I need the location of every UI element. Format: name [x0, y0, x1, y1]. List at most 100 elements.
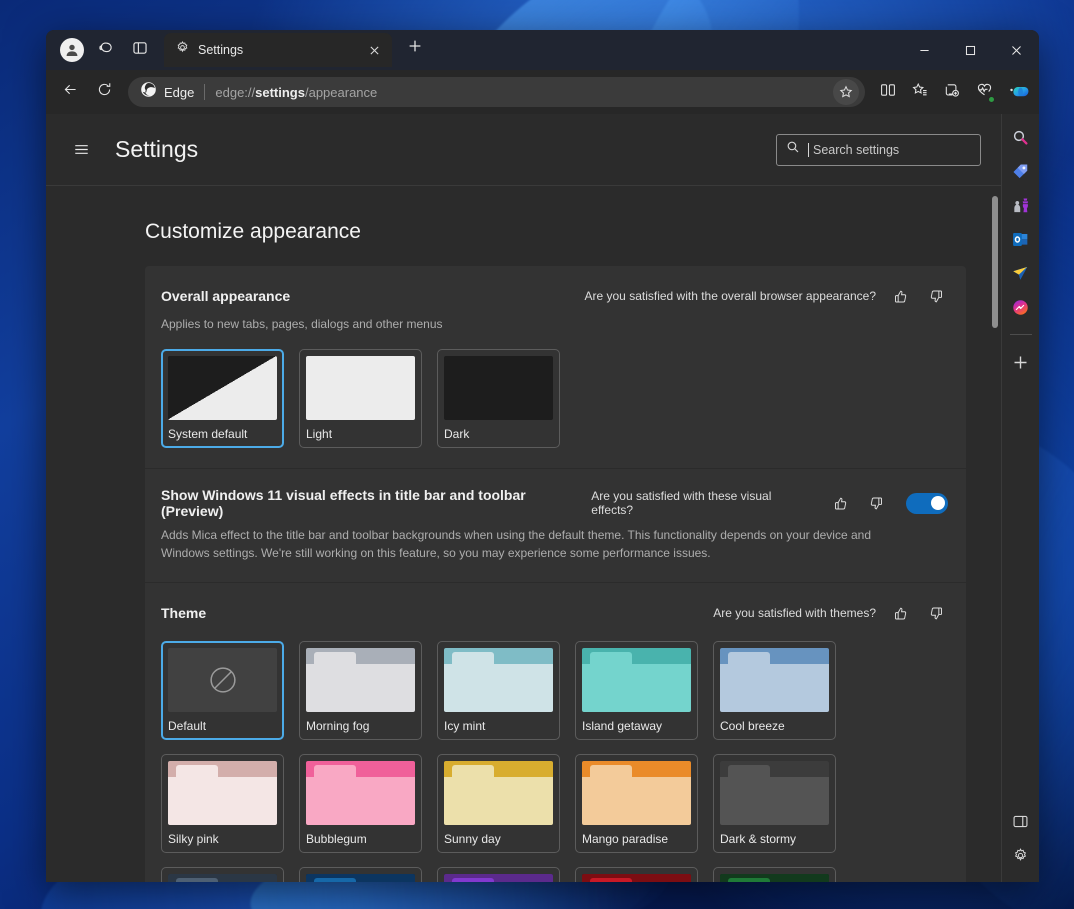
theme-row — [161, 867, 948, 882]
sidebar-item-drop[interactable] — [1006, 258, 1036, 288]
theme-preview — [720, 648, 829, 712]
theme-tab-swatch — [590, 765, 632, 777]
theme-option-label: Sunny day — [444, 832, 553, 846]
appearance-option[interactable]: Light — [299, 349, 422, 448]
sidebar-item-messenger[interactable] — [1006, 292, 1036, 322]
hamburger-menu-icon[interactable] — [64, 133, 98, 167]
close-window-button[interactable] — [993, 30, 1039, 70]
theme-color-preview — [306, 761, 415, 825]
sidebar-toggle-icon[interactable] — [1006, 806, 1036, 836]
theme-preview — [582, 648, 691, 712]
browser-tab[interactable]: Settings — [164, 33, 392, 67]
search-input[interactable] — [808, 143, 974, 157]
sidebar-item-games[interactable] — [1006, 190, 1036, 220]
theme-body-swatch — [444, 664, 553, 712]
omnibox-divider — [204, 84, 205, 100]
thumbs-up-icon[interactable] — [888, 601, 912, 625]
sidebar-item-outlook[interactable] — [1006, 224, 1036, 254]
maximize-button[interactable] — [947, 30, 993, 70]
theme-option[interactable]: Silky pink — [161, 754, 284, 853]
theme-option[interactable] — [713, 867, 836, 882]
theme-option[interactable] — [437, 867, 560, 882]
visual-effects-toggle[interactable] — [906, 493, 948, 514]
theme-tab-swatch — [590, 878, 632, 882]
edge-sidebar — [1001, 114, 1039, 882]
theme-color-preview — [720, 761, 829, 825]
theme-option-label: Morning fog — [306, 719, 415, 733]
theme-option[interactable] — [575, 867, 698, 882]
theme-default-preview — [168, 648, 277, 712]
window-controls — [901, 30, 1039, 70]
theme-option[interactable]: Dark & stormy — [713, 754, 836, 853]
scrollbar-thumb[interactable] — [992, 196, 998, 328]
search-settings-box[interactable] — [776, 134, 981, 166]
theme-color-preview — [306, 648, 415, 712]
workspaces-icon — [98, 39, 115, 61]
theme-body-swatch — [582, 664, 691, 712]
tab-actions-button[interactable] — [124, 34, 156, 66]
account-avatar-icon — [60, 38, 84, 62]
toggle-knob — [931, 496, 945, 510]
theme-option[interactable] — [161, 867, 284, 882]
sidebar-item-shopping[interactable] — [1006, 156, 1036, 186]
thumbs-up-icon[interactable] — [888, 284, 912, 308]
favorites-button[interactable] — [905, 77, 935, 107]
feedback-question: Are you satisfied with these visual effe… — [591, 489, 816, 517]
theme-tab-swatch — [314, 878, 356, 882]
theme-option[interactable]: Island getaway — [575, 641, 698, 740]
new-tab-button[interactable] — [400, 34, 430, 64]
section-heading: Customize appearance — [145, 220, 1001, 244]
sidebar-settings-gear-icon[interactable] — [1006, 840, 1036, 870]
edge-logo-icon — [140, 81, 157, 103]
theme-option[interactable]: Default — [161, 641, 284, 740]
appearance-option[interactable]: System default — [161, 349, 284, 448]
appearance-preview — [306, 356, 415, 420]
sidebar-item-search[interactable] — [1006, 122, 1036, 152]
title-bar: Settings — [46, 30, 1039, 70]
refresh-button[interactable] — [88, 76, 120, 108]
thumbs-down-icon[interactable] — [864, 491, 888, 515]
visual-effects-title: Show Windows 11 visual effects in title … — [161, 487, 591, 519]
star-icon[interactable] — [833, 79, 859, 105]
thumbs-down-icon[interactable] — [924, 284, 948, 308]
theme-option[interactable]: Bubblegum — [299, 754, 422, 853]
theme-option-label: Bubblegum — [306, 832, 415, 846]
theme-option-label: Icy mint — [444, 719, 553, 733]
overall-appearance-card: Overall appearance Are you satisfied wit… — [145, 266, 966, 468]
theme-title: Theme — [161, 605, 206, 621]
appearance-option-label: Dark — [444, 427, 553, 441]
profile-button[interactable] — [56, 34, 88, 66]
back-button[interactable] — [54, 76, 86, 108]
theme-option[interactable]: Morning fog — [299, 641, 422, 740]
appearance-preview — [444, 356, 553, 420]
theme-color-preview — [168, 874, 277, 882]
split-screen-button[interactable] — [873, 77, 903, 107]
theme-color-preview — [444, 648, 553, 712]
visual-effects-card: Show Windows 11 visual effects in title … — [145, 469, 966, 582]
browser-essentials-button[interactable] — [969, 77, 999, 107]
edge-brand-label: Edge — [164, 85, 194, 100]
thumbs-down-icon[interactable] — [924, 601, 948, 625]
close-icon[interactable] — [364, 40, 384, 60]
status-dot — [988, 96, 995, 103]
thumbs-up-icon[interactable] — [828, 491, 852, 515]
theme-option[interactable]: Icy mint — [437, 641, 560, 740]
sidebar-add-button[interactable] — [1006, 347, 1036, 377]
overall-appearance-feedback: Are you satisfied with the overall brows… — [585, 284, 949, 308]
vertical-scrollbar[interactable] — [989, 186, 1001, 882]
appearance-option[interactable]: Dark — [437, 349, 560, 448]
theme-color-preview — [168, 761, 277, 825]
minimize-button[interactable] — [901, 30, 947, 70]
collections-button[interactable] — [937, 77, 967, 107]
theme-option[interactable] — [299, 867, 422, 882]
theme-option[interactable]: Mango paradise — [575, 754, 698, 853]
copilot-button[interactable] — [1007, 78, 1037, 108]
theme-preview — [168, 874, 277, 882]
theme-option[interactable]: Sunny day — [437, 754, 560, 853]
theme-tab-swatch — [452, 765, 494, 777]
theme-tab-swatch — [728, 765, 770, 777]
workspaces-button[interactable] — [90, 34, 122, 66]
theme-option[interactable]: Cool breeze — [713, 641, 836, 740]
address-bar[interactable]: Edge edge://settings/appearance — [128, 77, 865, 107]
theme-option-label: Mango paradise — [582, 832, 691, 846]
